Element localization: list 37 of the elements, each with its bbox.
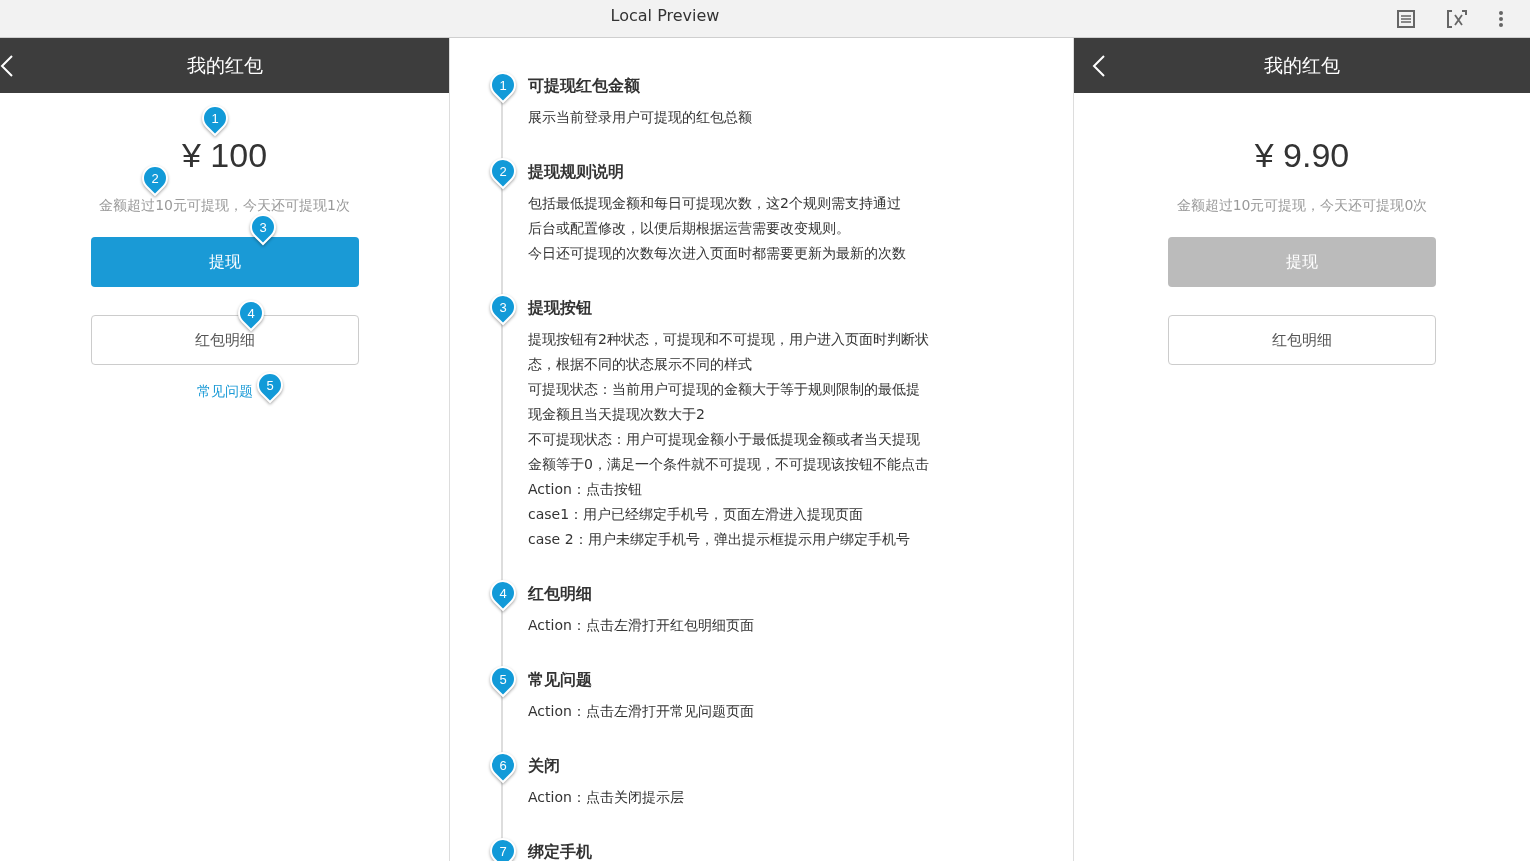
note-text: Action：点击关闭提示层: [528, 788, 684, 807]
nav-title: 我的红包: [1264, 52, 1340, 78]
faq-link[interactable]: 常见问题: [196, 383, 253, 401]
note-text: Action：点击按钮: [528, 480, 643, 499]
note-text: 今日还可提现的次数每次进入页面时都需要更新为最新的次数: [528, 244, 906, 263]
note-text: 提现按钮有2种状态，可提现和不可提现，用户进入页面时判断状: [528, 330, 929, 349]
back-icon[interactable]: [1092, 55, 1106, 77]
note-text: 态，根据不同的状态展示不同的样式: [528, 355, 753, 374]
note-text: case 2：用户未绑定手机号，弹出提示框提示用户绑定手机号: [528, 530, 911, 549]
note-text: case1：用户已经绑定手机号，页面左滑进入提现页面: [528, 505, 865, 524]
note-text: 可提现状态：当前用户可提现的金额大于等于规则限制的最低提: [528, 380, 921, 399]
detail-button[interactable]: 红包明细: [1168, 315, 1436, 365]
back-icon[interactable]: [0, 55, 14, 77]
note-text: Action：点击左滑打开常见问题页面: [528, 702, 754, 721]
note-title: 提现规则说明: [528, 161, 625, 183]
note-text: 后台或配置修改，以便后期根据运营需要改变规则。: [528, 219, 851, 238]
note-text: 现金额且当天提现次数大于2: [528, 405, 706, 424]
amount-text: ¥ 9.90: [1254, 135, 1350, 175]
note-text: 包括最低提现金额和每日可提现次数，这2个规则需支持通过: [528, 194, 902, 213]
note-title: 常见问题: [528, 669, 593, 691]
note-text: 不可提现状态：用户可提现金额小于最低提现金额或者当天提现: [528, 430, 921, 449]
hint-text: 金额超过10元可提现，今天还可提现0次: [1176, 197, 1428, 215]
note-title: 红包明细: [528, 583, 593, 605]
nav-title: 我的红包: [186, 52, 263, 78]
formula-icon[interactable]: [1446, 8, 1468, 29]
withdraw-button[interactable]: 提现: [90, 237, 359, 287]
note-title: 绑定手机: [528, 841, 592, 861]
note-title: 可提现红包金额: [528, 75, 641, 97]
note-text: Action：点击左滑打开红包明细页面: [528, 616, 754, 635]
window-title: Local Preview: [609, 6, 721, 25]
note-text: 展示当前登录用户可提现的红包总额: [528, 108, 752, 127]
note-title: 关闭: [528, 755, 561, 777]
document-icon[interactable]: [1396, 8, 1416, 29]
more-icon[interactable]: [1498, 9, 1504, 28]
amount-text: ¥ 100: [181, 135, 268, 175]
note-text: 金额等于0，满足一个条件就不可提现，不可提现该按钮不能点击: [528, 455, 929, 474]
note-title: 提现按钮: [528, 297, 593, 319]
